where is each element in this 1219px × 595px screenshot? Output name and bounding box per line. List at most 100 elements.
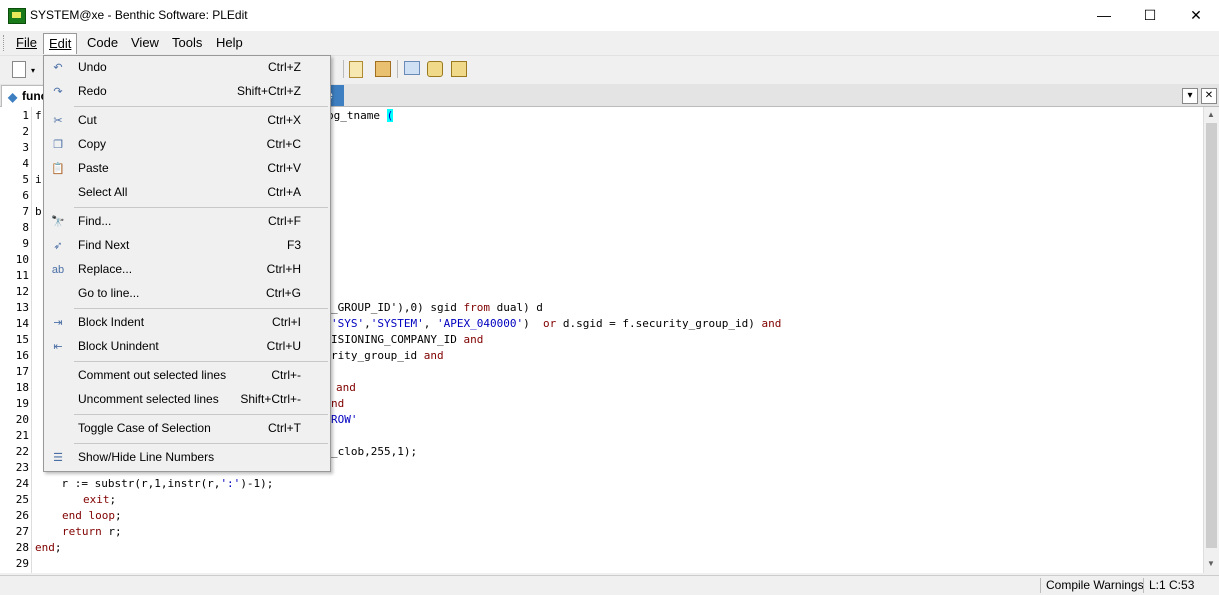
title-bar: SYSTEM@xe - Benthic Software: PLEdit — ☐…	[0, 0, 1219, 31]
menu-tools[interactable]: Tools	[167, 33, 207, 53]
menu-item-shortcut: Ctrl+X	[267, 113, 301, 127]
function-icon: ◆	[8, 90, 18, 104]
menu-bar: File Edit Code View Tools Help	[0, 31, 1219, 56]
menu-item-find-next[interactable]: ➶ Find Next F3	[44, 234, 330, 258]
line-number: 7	[22, 205, 29, 218]
close-button[interactable]: ✕	[1173, 0, 1219, 31]
minimize-button[interactable]: —	[1081, 0, 1127, 31]
code-line-1: f	[35, 109, 42, 122]
line-number: 12	[15, 285, 29, 298]
menu-item-label: Cut	[78, 113, 97, 127]
menu-item-block-unindent[interactable]: ⇤ Block Unindent Ctrl+U	[44, 335, 330, 359]
database-icon[interactable]	[451, 61, 467, 77]
menu-help[interactable]: Help	[211, 33, 248, 53]
menu-edit[interactable]: Edit	[43, 33, 78, 54]
new-dropdown-icon[interactable]: ▾	[31, 66, 37, 75]
line-number: 23	[15, 461, 29, 474]
line-number: 26	[15, 509, 29, 522]
code-line-7: b	[35, 205, 42, 218]
line-number: 24	[15, 477, 29, 490]
menu-item-find[interactable]: 🔭 Find... Ctrl+F	[44, 210, 330, 234]
tab-function[interactable]: ◆ func	[1, 85, 47, 107]
line-number: 8	[22, 221, 29, 234]
schema-icon[interactable]	[404, 61, 420, 75]
menu-item-label: Undo	[78, 60, 107, 74]
code-line-22: _clob,255,1);	[331, 445, 418, 458]
code-line-28: end;	[35, 541, 62, 554]
code-line-1-tail: pg_tname (	[327, 109, 394, 122]
document-icon[interactable]	[349, 61, 363, 78]
menu-view[interactable]: View	[126, 33, 164, 53]
menu-item-shortcut: Ctrl+I	[271, 315, 301, 329]
menu-separator	[74, 414, 328, 415]
menu-item-uncomment-selected-lines[interactable]: Uncomment selected lines Shift+Ctrl+-	[44, 388, 330, 412]
menu-item-label: Show/Hide Line Numbers	[78, 450, 215, 464]
code-line-13: _GROUP_ID'),0) sgid from dual) d	[331, 301, 543, 314]
code-line-16: rity_group_id and	[331, 349, 444, 362]
menu-item-label: Find...	[78, 214, 112, 228]
menu-item-shortcut: Ctrl+Z	[268, 60, 301, 74]
undo-icon: ↶	[53, 62, 63, 74]
search-db-icon[interactable]	[427, 61, 443, 77]
menu-item-comment-out-selected-lines[interactable]: Comment out selected lines Ctrl+-	[44, 364, 330, 388]
menu-item-label: Paste	[78, 161, 109, 175]
compile-icon[interactable]	[375, 61, 391, 77]
menu-item-shortcut: Ctrl+A	[267, 185, 301, 199]
code-line-15: ISIONING_COMPANY_ID and	[331, 333, 484, 346]
menu-item-paste[interactable]: 📋 Paste Ctrl+V	[44, 157, 330, 181]
vertical-scrollbar[interactable]: ▲ ▼	[1203, 107, 1219, 573]
window-title: SYSTEM@xe - Benthic Software: PLEdit	[30, 8, 248, 22]
code-line-25: exit;	[83, 493, 117, 506]
line-number: 10	[15, 253, 29, 266]
menubar-grip	[3, 35, 7, 51]
menu-item-copy[interactable]: ❐ Copy Ctrl+C	[44, 133, 330, 157]
menu-item-redo[interactable]: ↷ Redo Shift+Ctrl+Z	[44, 80, 330, 104]
menu-item-undo[interactable]: ↶ Undo Ctrl+Z	[44, 56, 330, 80]
menu-file[interactable]: File	[11, 33, 42, 53]
scroll-up-icon[interactable]: ▲	[1207, 110, 1215, 119]
copy-icon: ❐	[53, 139, 63, 151]
line-number: 1	[22, 109, 29, 122]
app-icon	[8, 8, 26, 24]
menu-item-shortcut: Ctrl+H	[266, 262, 301, 276]
code-line-14: 'SYS','SYSTEM', 'APEX_040000') or d.sgid…	[331, 317, 782, 330]
menu-item-cut[interactable]: ✂ Cut Ctrl+X	[44, 109, 330, 133]
menu-separator	[74, 207, 328, 208]
line-number: 13	[15, 301, 29, 314]
tab-close-button[interactable]: ✕	[1201, 88, 1217, 104]
indent-icon: ⇥	[53, 317, 63, 329]
menu-item-label: Go to line...	[78, 286, 140, 300]
menu-item-replace[interactable]: ab Replace... Ctrl+H	[44, 258, 330, 282]
scrollbar-thumb[interactable]	[1206, 123, 1217, 548]
menu-item-go-to-line[interactable]: Go to line... Ctrl+G	[44, 282, 330, 306]
compile-warnings-status[interactable]: Compile Warnings	[1040, 578, 1146, 593]
code-line-26: end loop;	[62, 509, 122, 522]
menu-item-show-hide-line-numbers[interactable]: ☰ Show/Hide Line Numbers	[44, 446, 330, 470]
menu-item-label: Comment out selected lines	[78, 368, 227, 382]
line-number: 14	[15, 317, 29, 330]
menu-separator	[74, 443, 328, 444]
find-next-icon: ➶	[53, 240, 63, 252]
code-line-27: return r;	[62, 525, 122, 538]
tab-list-button[interactable]: ▾	[1182, 88, 1198, 104]
line-number: 5	[22, 173, 29, 186]
menu-item-label: Replace...	[78, 262, 133, 276]
menu-item-label: Find Next	[78, 238, 130, 252]
menu-item-shortcut: Ctrl+-	[271, 368, 301, 382]
menu-item-label: Block Unindent	[78, 339, 159, 353]
menu-item-label: Uncomment selected lines	[78, 392, 219, 406]
code-line-5: i	[35, 173, 42, 186]
menu-item-block-indent[interactable]: ⇥ Block Indent Ctrl+I	[44, 311, 330, 335]
menu-item-toggle-case-of-selection[interactable]: Toggle Case of Selection Ctrl+T	[44, 417, 330, 441]
menu-separator	[74, 106, 328, 107]
menu-item-select-all[interactable]: Select All Ctrl+A	[44, 181, 330, 205]
menu-item-shortcut: Ctrl+T	[268, 421, 301, 435]
scroll-down-icon[interactable]: ▼	[1207, 559, 1215, 568]
line-number: 19	[15, 397, 29, 410]
menu-item-label: Select All	[78, 185, 128, 199]
maximize-button[interactable]: ☐	[1127, 0, 1173, 31]
line-number: 4	[22, 157, 29, 170]
menu-code[interactable]: Code	[82, 33, 123, 53]
line-number: 21	[15, 429, 29, 442]
new-file-icon[interactable]	[12, 61, 26, 78]
